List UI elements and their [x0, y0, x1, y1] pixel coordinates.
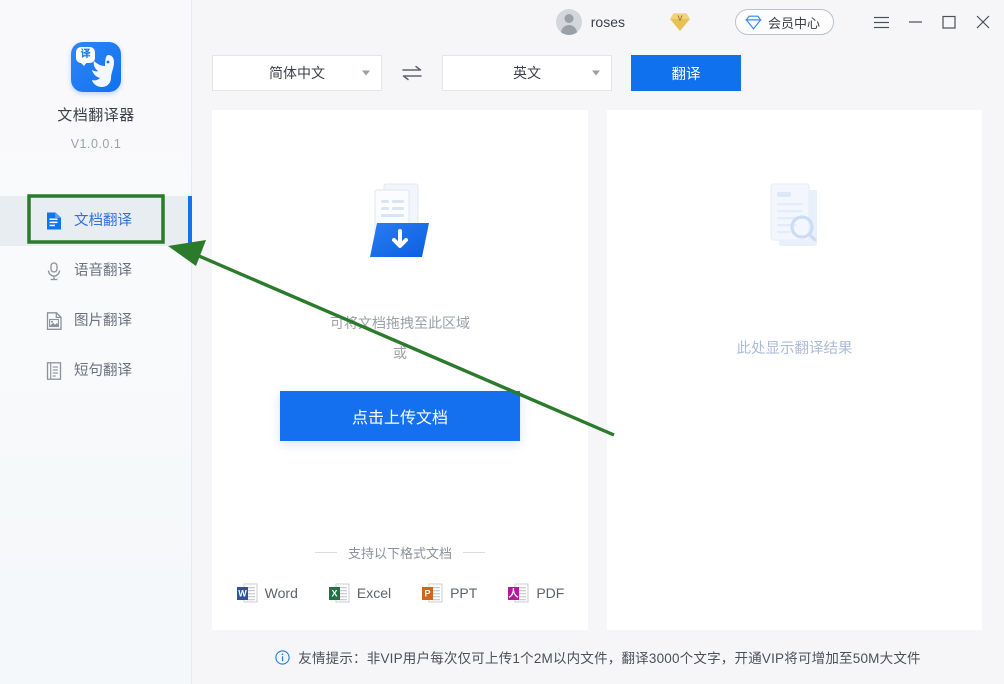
translation-result-panel: 此处显示翻译结果 — [607, 110, 982, 630]
supported-formats: 支持以下格式文档 W Word X Excel P PPT 人 PDF — [212, 543, 588, 604]
format-item-pdf: 人 PDF — [507, 582, 564, 604]
supported-formats-list: W Word X Excel P PPT 人 PDF — [212, 582, 588, 604]
supported-formats-label: 支持以下格式文档 — [347, 546, 452, 561]
close-icon — [976, 15, 990, 29]
word-file-icon: W — [236, 583, 258, 603]
username-label: roses — [590, 14, 625, 30]
titlebar: roses V 会员中心 — [192, 0, 1004, 44]
format-item-word: W Word — [236, 582, 298, 604]
user-account[interactable]: roses — [555, 9, 625, 35]
chevron-down-icon — [592, 70, 600, 76]
drop-hint-line1: 可将文档拖拽至此区域 — [330, 315, 470, 331]
result-placeholder-text: 此处显示翻译结果 — [736, 341, 853, 357]
hamburger-icon — [873, 16, 889, 28]
sidebar: 译 文档翻译器 V1.0.0.1 文档翻译 语音翻译 图片翻译 短句翻译 — [0, 0, 192, 684]
pdf-file-icon: 人 — [508, 583, 529, 603]
menu-button[interactable] — [864, 7, 898, 37]
translate-button[interactable]: 翻译 — [631, 55, 741, 91]
minimize-icon — [908, 21, 922, 23]
sidebar-item-voice-translate[interactable]: 语音翻译 — [0, 246, 192, 296]
sidebar-item-label: 语音翻译 — [74, 262, 132, 279]
swap-arrows-icon — [402, 65, 422, 81]
image-icon — [46, 312, 62, 330]
sidebar-item-document-translate[interactable]: 文档翻译 — [0, 196, 192, 246]
supported-formats-title: 支持以下格式文档 — [212, 543, 588, 562]
chevron-down-icon — [362, 70, 370, 76]
file-drop-zone[interactable]: 可将文档拖拽至此区域 或 点击上传文档 — [212, 110, 588, 441]
target-language-select[interactable]: 英文 — [442, 55, 612, 91]
sidebar-item-label: 图片翻译 — [74, 312, 132, 329]
format-item-excel: X Excel — [328, 582, 391, 604]
app-title: 文档翻译器 — [57, 107, 135, 124]
info-circle-icon — [275, 649, 290, 665]
maximize-button[interactable] — [932, 7, 966, 37]
maximize-icon — [942, 15, 956, 29]
vip-center-button[interactable]: 会员中心 — [734, 9, 834, 35]
format-label: PPT — [450, 585, 478, 601]
excel-file-icon: X — [328, 583, 350, 603]
svg-text:V: V — [677, 13, 682, 22]
svg-text:P: P — [425, 589, 431, 599]
format-label: PDF — [536, 585, 565, 601]
avatar — [555, 9, 582, 35]
format-item-ppt: P PPT — [421, 582, 477, 604]
svg-text:X: X — [331, 589, 337, 599]
app-window: 译 文档翻译器 V1.0.0.1 文档翻译 语音翻译 图片翻译 短句翻译 ros… — [0, 0, 1004, 684]
app-branding: 译 文档翻译器 V1.0.0.1 — [0, 42, 192, 151]
upload-document-button[interactable]: 点击上传文档 — [280, 391, 520, 441]
source-language-select[interactable]: 简体中文 — [212, 55, 382, 91]
svg-text:人: 人 — [509, 587, 520, 600]
blue-diamond-icon — [745, 15, 762, 30]
document-upload-panel: 可将文档拖拽至此区域 或 点击上传文档 支持以下格式文档 W Word X Ex… — [212, 110, 588, 630]
gold-diamond-icon[interactable]: V — [669, 12, 691, 32]
sidebar-item-label: 短句翻译 — [74, 362, 132, 379]
source-language-value: 简体中文 — [269, 65, 325, 81]
translate-toolbar: 简体中文 英文 翻译 — [212, 55, 741, 91]
swap-languages-button[interactable] — [382, 55, 442, 91]
sidebar-item-label: 文档翻译 — [74, 212, 132, 229]
drop-hint-line2: 或 — [393, 345, 407, 361]
text-lines-icon — [46, 362, 62, 380]
drop-hint: 可将文档拖拽至此区域 或 — [212, 308, 588, 368]
divider-left — [314, 552, 337, 553]
app-version: V1.0.0.1 — [70, 137, 122, 151]
target-language-value: 英文 — [513, 65, 541, 81]
ppt-file-icon: P — [422, 583, 443, 603]
format-label: Word — [264, 585, 298, 601]
status-note: 友情提示：非VIP用户每次仅可上传1个2M以内文件，翻译3000个文字，开通VI… — [298, 651, 921, 666]
sidebar-nav: 文档翻译 语音翻译 图片翻译 短句翻译 — [0, 196, 192, 396]
logo-bird-icon — [92, 55, 114, 87]
divider-right — [463, 552, 485, 553]
result-empty-state: 此处显示翻译结果 — [607, 110, 982, 358]
close-button[interactable] — [966, 7, 1000, 37]
vip-center-label: 会员中心 — [767, 15, 820, 31]
document-icon — [47, 212, 61, 230]
sidebar-item-phrase-translate[interactable]: 短句翻译 — [0, 346, 192, 396]
microphone-icon — [47, 262, 61, 281]
sidebar-item-image-translate[interactable]: 图片翻译 — [0, 296, 192, 346]
app-logo-icon: 译 — [71, 42, 121, 92]
search-document-icon — [770, 183, 817, 246]
statusbar: 友情提示：非VIP用户每次仅可上传1个2M以内文件，翻译3000个文字，开通VI… — [192, 630, 1004, 684]
upload-document-icon — [370, 183, 429, 257]
minimize-button[interactable] — [898, 7, 932, 37]
format-label: Excel — [356, 585, 392, 601]
svg-text:W: W — [238, 589, 247, 599]
